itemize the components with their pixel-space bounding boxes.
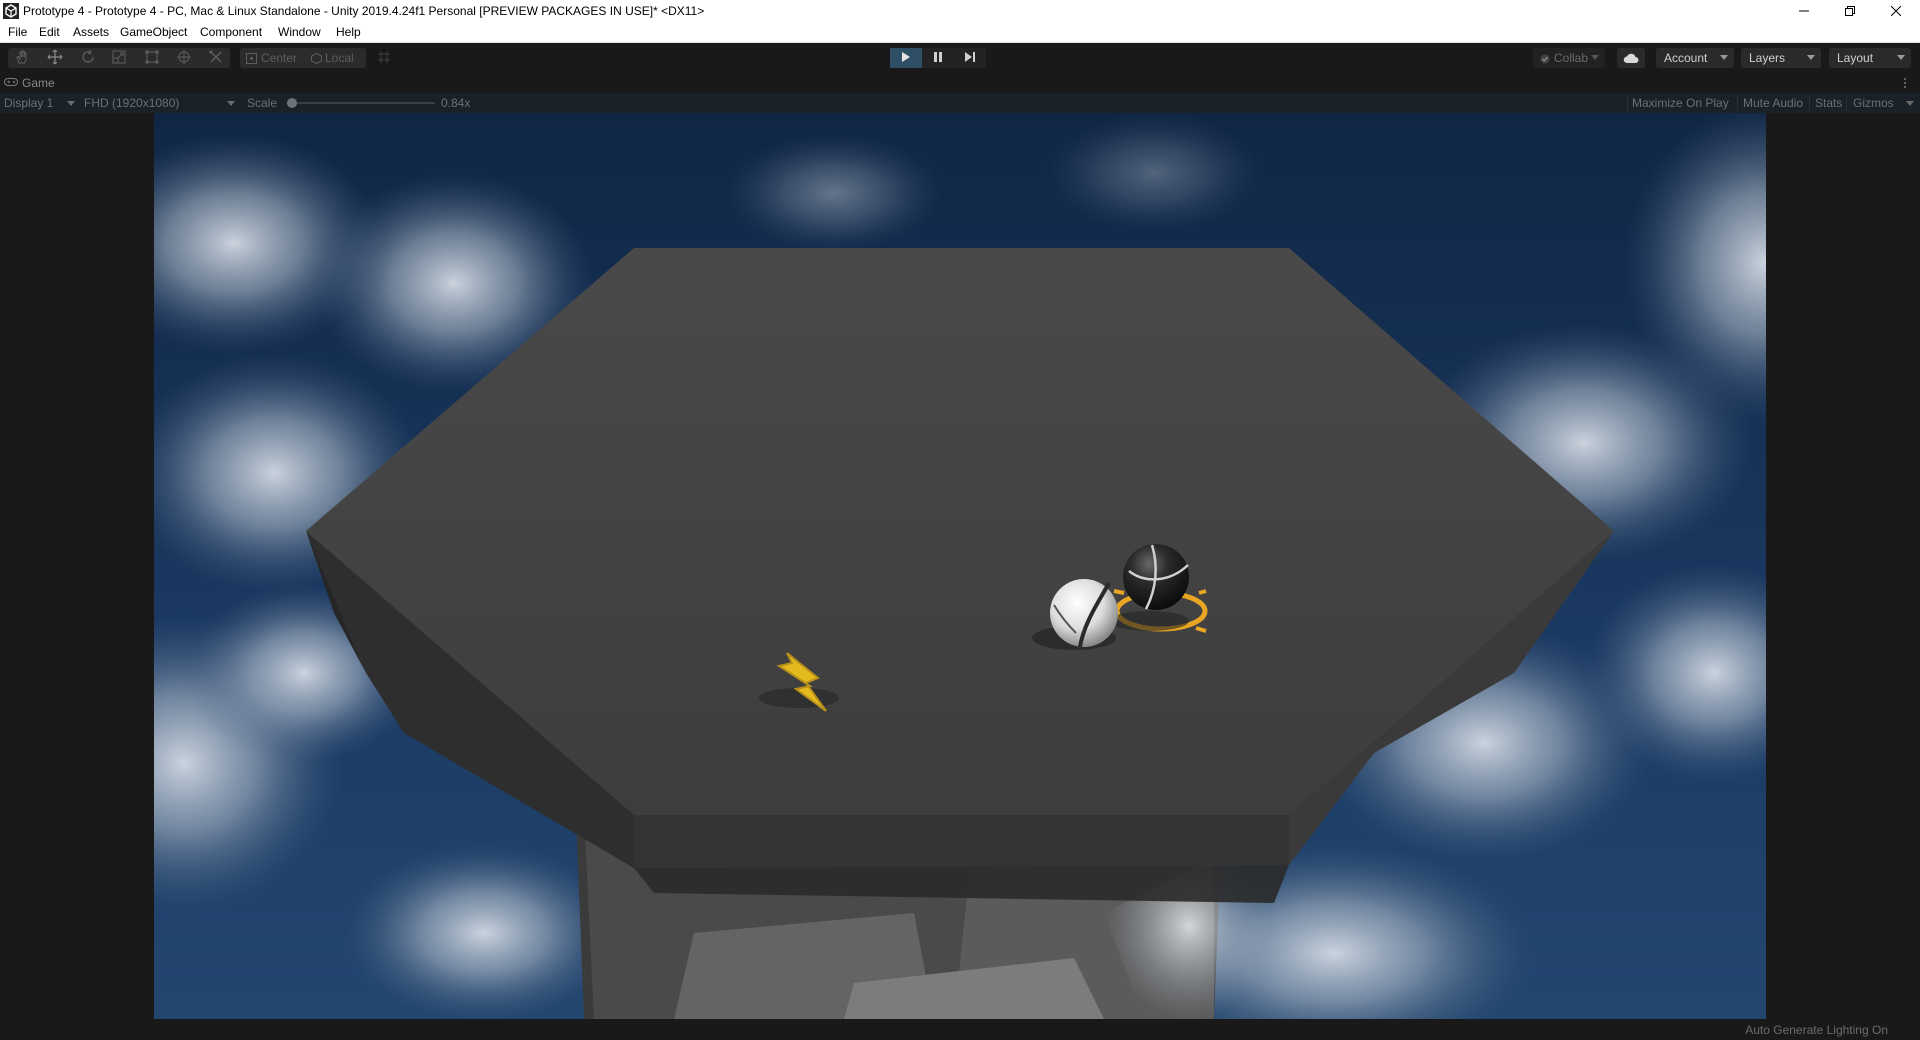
- collab-check-icon: [1540, 53, 1550, 67]
- menu-window[interactable]: Window: [278, 25, 321, 39]
- toolbar-separator: [1737, 95, 1738, 111]
- custom-tool-button[interactable]: [204, 48, 228, 68]
- game-scene[interactable]: [154, 113, 1766, 1019]
- resolution-caret-icon: [227, 101, 235, 106]
- move-tool-button[interactable]: [43, 48, 67, 68]
- play-button[interactable]: [890, 48, 922, 68]
- game-tab[interactable]: Game: [4, 76, 55, 90]
- gamepad-icon: [4, 76, 18, 90]
- transform-icon: [176, 49, 192, 68]
- unity-logo-icon: [3, 3, 19, 19]
- restore-button[interactable]: [1827, 0, 1873, 22]
- collab-label: Collab: [1554, 51, 1589, 65]
- status-bar: Auto Generate Lighting On: [0, 1019, 1920, 1040]
- minimize-icon: [1799, 6, 1809, 16]
- status-message: Auto Generate Lighting On: [1745, 1023, 1888, 1037]
- play-icon: [901, 51, 911, 66]
- pivot-center-icon: [246, 53, 257, 67]
- rotate-tool-button[interactable]: [76, 48, 100, 68]
- cloud-icon: [1623, 52, 1639, 67]
- layout-caret-icon: [1897, 55, 1905, 60]
- gizmos-toggle[interactable]: Gizmos: [1853, 96, 1894, 110]
- layers-label: Layers: [1749, 51, 1786, 65]
- grid-snap-button[interactable]: [372, 48, 396, 68]
- scene-render: [154, 113, 1766, 1019]
- scale-tool-button[interactable]: [107, 48, 131, 68]
- resolution-dropdown[interactable]: FHD (1920x1080): [84, 96, 179, 110]
- custom-tool-icon: [208, 49, 224, 68]
- account-dropdown[interactable]: Account: [1656, 48, 1734, 68]
- hand-icon: [14, 49, 30, 68]
- scale-slider[interactable]: [287, 98, 435, 108]
- move-icon: [47, 49, 63, 68]
- pause-button[interactable]: [922, 48, 954, 68]
- game-tab-label: Game: [22, 76, 55, 90]
- close-icon: [1891, 6, 1901, 16]
- close-button[interactable]: [1873, 0, 1919, 22]
- toolbar-separator: [1627, 95, 1628, 111]
- collab-dropdown[interactable]: Collab: [1533, 48, 1605, 68]
- game-tab-bar: Game: [0, 73, 1920, 93]
- menu-component[interactable]: Component: [200, 25, 262, 39]
- menu-gameobject[interactable]: GameObject: [120, 25, 187, 39]
- game-view-toolbar: Display 1 FHD (1920x1080) Scale 0.84x Ma…: [0, 93, 1920, 113]
- step-button[interactable]: [954, 48, 986, 68]
- layout-label: Layout: [1837, 51, 1874, 65]
- collab-caret-icon: [1591, 55, 1599, 60]
- display-dropdown[interactable]: Display 1: [4, 96, 53, 110]
- scale-slider-thumb[interactable]: [287, 98, 297, 108]
- grid-snap-icon: [377, 50, 391, 67]
- toolbar-separator: [1846, 95, 1847, 111]
- maximize-on-play-toggle[interactable]: Maximize On Play: [1632, 96, 1729, 110]
- cloud-button[interactable]: [1617, 48, 1645, 68]
- menu-help[interactable]: Help: [336, 25, 361, 39]
- pivot-space-toggle[interactable]: Local: [325, 51, 354, 65]
- menu-edit[interactable]: Edit: [39, 25, 60, 39]
- hand-tool-button[interactable]: [10, 48, 34, 68]
- window-title: Prototype 4 - Prototype 4 - PC, Mac & Li…: [23, 4, 705, 18]
- menu-file[interactable]: File: [8, 25, 27, 39]
- restore-icon: [1845, 6, 1855, 16]
- toolbar-separator: [1809, 95, 1810, 111]
- rotate-icon: [80, 49, 96, 68]
- scale-label: Scale: [247, 96, 278, 110]
- menu-assets[interactable]: Assets: [73, 25, 109, 39]
- tab-menu-icon[interactable]: [1903, 77, 1907, 92]
- minimize-button[interactable]: [1781, 0, 1827, 22]
- layers-dropdown[interactable]: Layers: [1741, 48, 1821, 68]
- mute-audio-toggle[interactable]: Mute Audio: [1743, 96, 1803, 110]
- scale-value: 0.84x: [441, 96, 471, 110]
- menu-bar: File Edit Assets GameObject Component Wi…: [0, 22, 1920, 43]
- main-toolbar: Center Local Collab Account Layers Layou…: [0, 43, 1920, 73]
- layers-caret-icon: [1807, 55, 1815, 60]
- stats-toggle[interactable]: Stats: [1815, 96, 1842, 110]
- step-icon: [964, 51, 976, 66]
- rect-tool-button[interactable]: [140, 48, 164, 68]
- pivot-mode-toggle[interactable]: Center: [261, 51, 297, 65]
- game-viewport[interactable]: [0, 113, 1920, 1019]
- gizmos-caret-icon: [1906, 101, 1914, 106]
- account-caret-icon: [1720, 55, 1728, 60]
- layout-dropdown[interactable]: Layout: [1829, 48, 1911, 68]
- pause-icon: [933, 51, 943, 66]
- pivot-local-icon: [311, 52, 322, 67]
- rect-icon: [144, 49, 160, 68]
- transform-tool-button[interactable]: [172, 48, 196, 68]
- title-bar: Prototype 4 - Prototype 4 - PC, Mac & Li…: [0, 0, 1920, 22]
- account-label: Account: [1664, 51, 1708, 65]
- display-caret-icon: [67, 101, 75, 106]
- scale-icon: [111, 49, 127, 68]
